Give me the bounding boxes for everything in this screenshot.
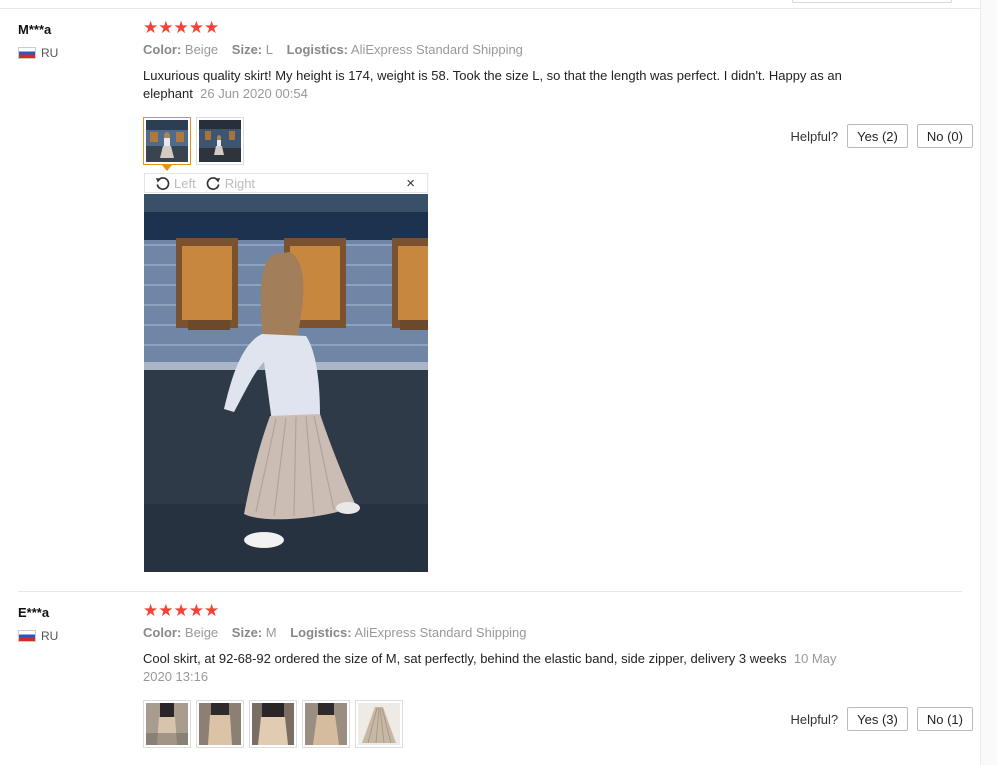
reviewer-country: RU [18, 46, 58, 60]
color-value: Beige [184, 625, 219, 640]
review-photo-thumb[interactable] [143, 117, 191, 171]
review-photos [143, 700, 403, 748]
color-label: Color: [143, 42, 182, 57]
review-photo-thumb[interactable] [196, 117, 244, 165]
reviewer-name: E***a [18, 605, 50, 620]
review-photos [143, 117, 244, 171]
top-divider [0, 8, 980, 9]
photo-viewer-toolbar: Left Right × [144, 173, 428, 193]
review-photo-thumb[interactable] [249, 700, 297, 748]
photo-icon [199, 120, 241, 162]
rotate-right-label: Right [224, 175, 256, 191]
review-photo-thumb[interactable] [355, 700, 403, 748]
enlarged-review-photo [144, 194, 428, 572]
size-label: Size: [231, 625, 263, 640]
logistics-value: AliExpress Standard Shipping [350, 42, 523, 57]
photo-icon [252, 703, 294, 745]
photo-icon [146, 703, 188, 745]
color-label: Color: [143, 625, 182, 640]
photo-icon [146, 120, 188, 162]
rotate-right-icon [206, 176, 220, 190]
review-photo-thumb[interactable] [143, 700, 191, 748]
size-value: L [265, 42, 273, 57]
logistics-value: AliExpress Standard Shipping [354, 625, 527, 640]
star-rating: ★★★★★ [143, 601, 220, 620]
size-value: M [265, 625, 277, 640]
country-code: RU [41, 629, 59, 643]
photo-icon [358, 703, 400, 745]
rotate-left-label: Left [174, 175, 196, 191]
review-body: Cool skirt, at 92-68-92 ordered the size… [143, 651, 787, 666]
review-photo-thumb[interactable] [196, 700, 244, 748]
helpful-yes-button[interactable]: Yes (3) [847, 707, 908, 731]
review-date: 26 Jun 2020 00:54 [200, 86, 308, 101]
helpful-no-button[interactable]: No (1) [916, 707, 973, 731]
helpful-vote: Helpful? Yes (2) No (0) [790, 124, 973, 148]
sort-dropdown[interactable] [792, 0, 952, 3]
logistics-label: Logistics: [290, 625, 352, 640]
star-rating: ★★★★★ [143, 18, 220, 37]
close-icon[interactable]: × [406, 176, 415, 191]
helpful-label: Helpful? [790, 128, 839, 144]
rotate-left-button[interactable]: Left [155, 176, 196, 191]
reviewer-name: M***a [18, 22, 52, 37]
color-value: Beige [184, 42, 219, 57]
reviewer-country: RU [18, 629, 58, 643]
review-text: Cool skirt, at 92-68-92 ordered the size… [143, 650, 863, 686]
helpful-label: Helpful? [790, 711, 839, 727]
helpful-no-button[interactable]: No (0) [916, 124, 973, 148]
review-photo-thumb[interactable] [302, 700, 350, 748]
order-info: Color: Beige Size: L Logistics: AliExpre… [143, 42, 523, 57]
helpful-vote: Helpful? Yes (3) No (1) [790, 707, 973, 731]
scrollbar[interactable] [980, 0, 997, 765]
russia-flag-icon [18, 47, 36, 59]
photo-icon [199, 703, 241, 745]
rotate-left-icon [155, 176, 170, 190]
rotate-right-button[interactable]: Right [206, 176, 255, 191]
review-text: Luxurious quality skirt! My height is 17… [143, 67, 863, 103]
logistics-label: Logistics: [286, 42, 349, 57]
size-label: Size: [231, 42, 263, 57]
country-code: RU [41, 46, 59, 60]
order-info: Color: Beige Size: M Logistics: AliExpre… [143, 625, 527, 640]
helpful-yes-button[interactable]: Yes (2) [847, 124, 908, 148]
photo-icon [305, 703, 347, 745]
review-divider [18, 591, 962, 592]
russia-flag-icon [18, 630, 36, 642]
